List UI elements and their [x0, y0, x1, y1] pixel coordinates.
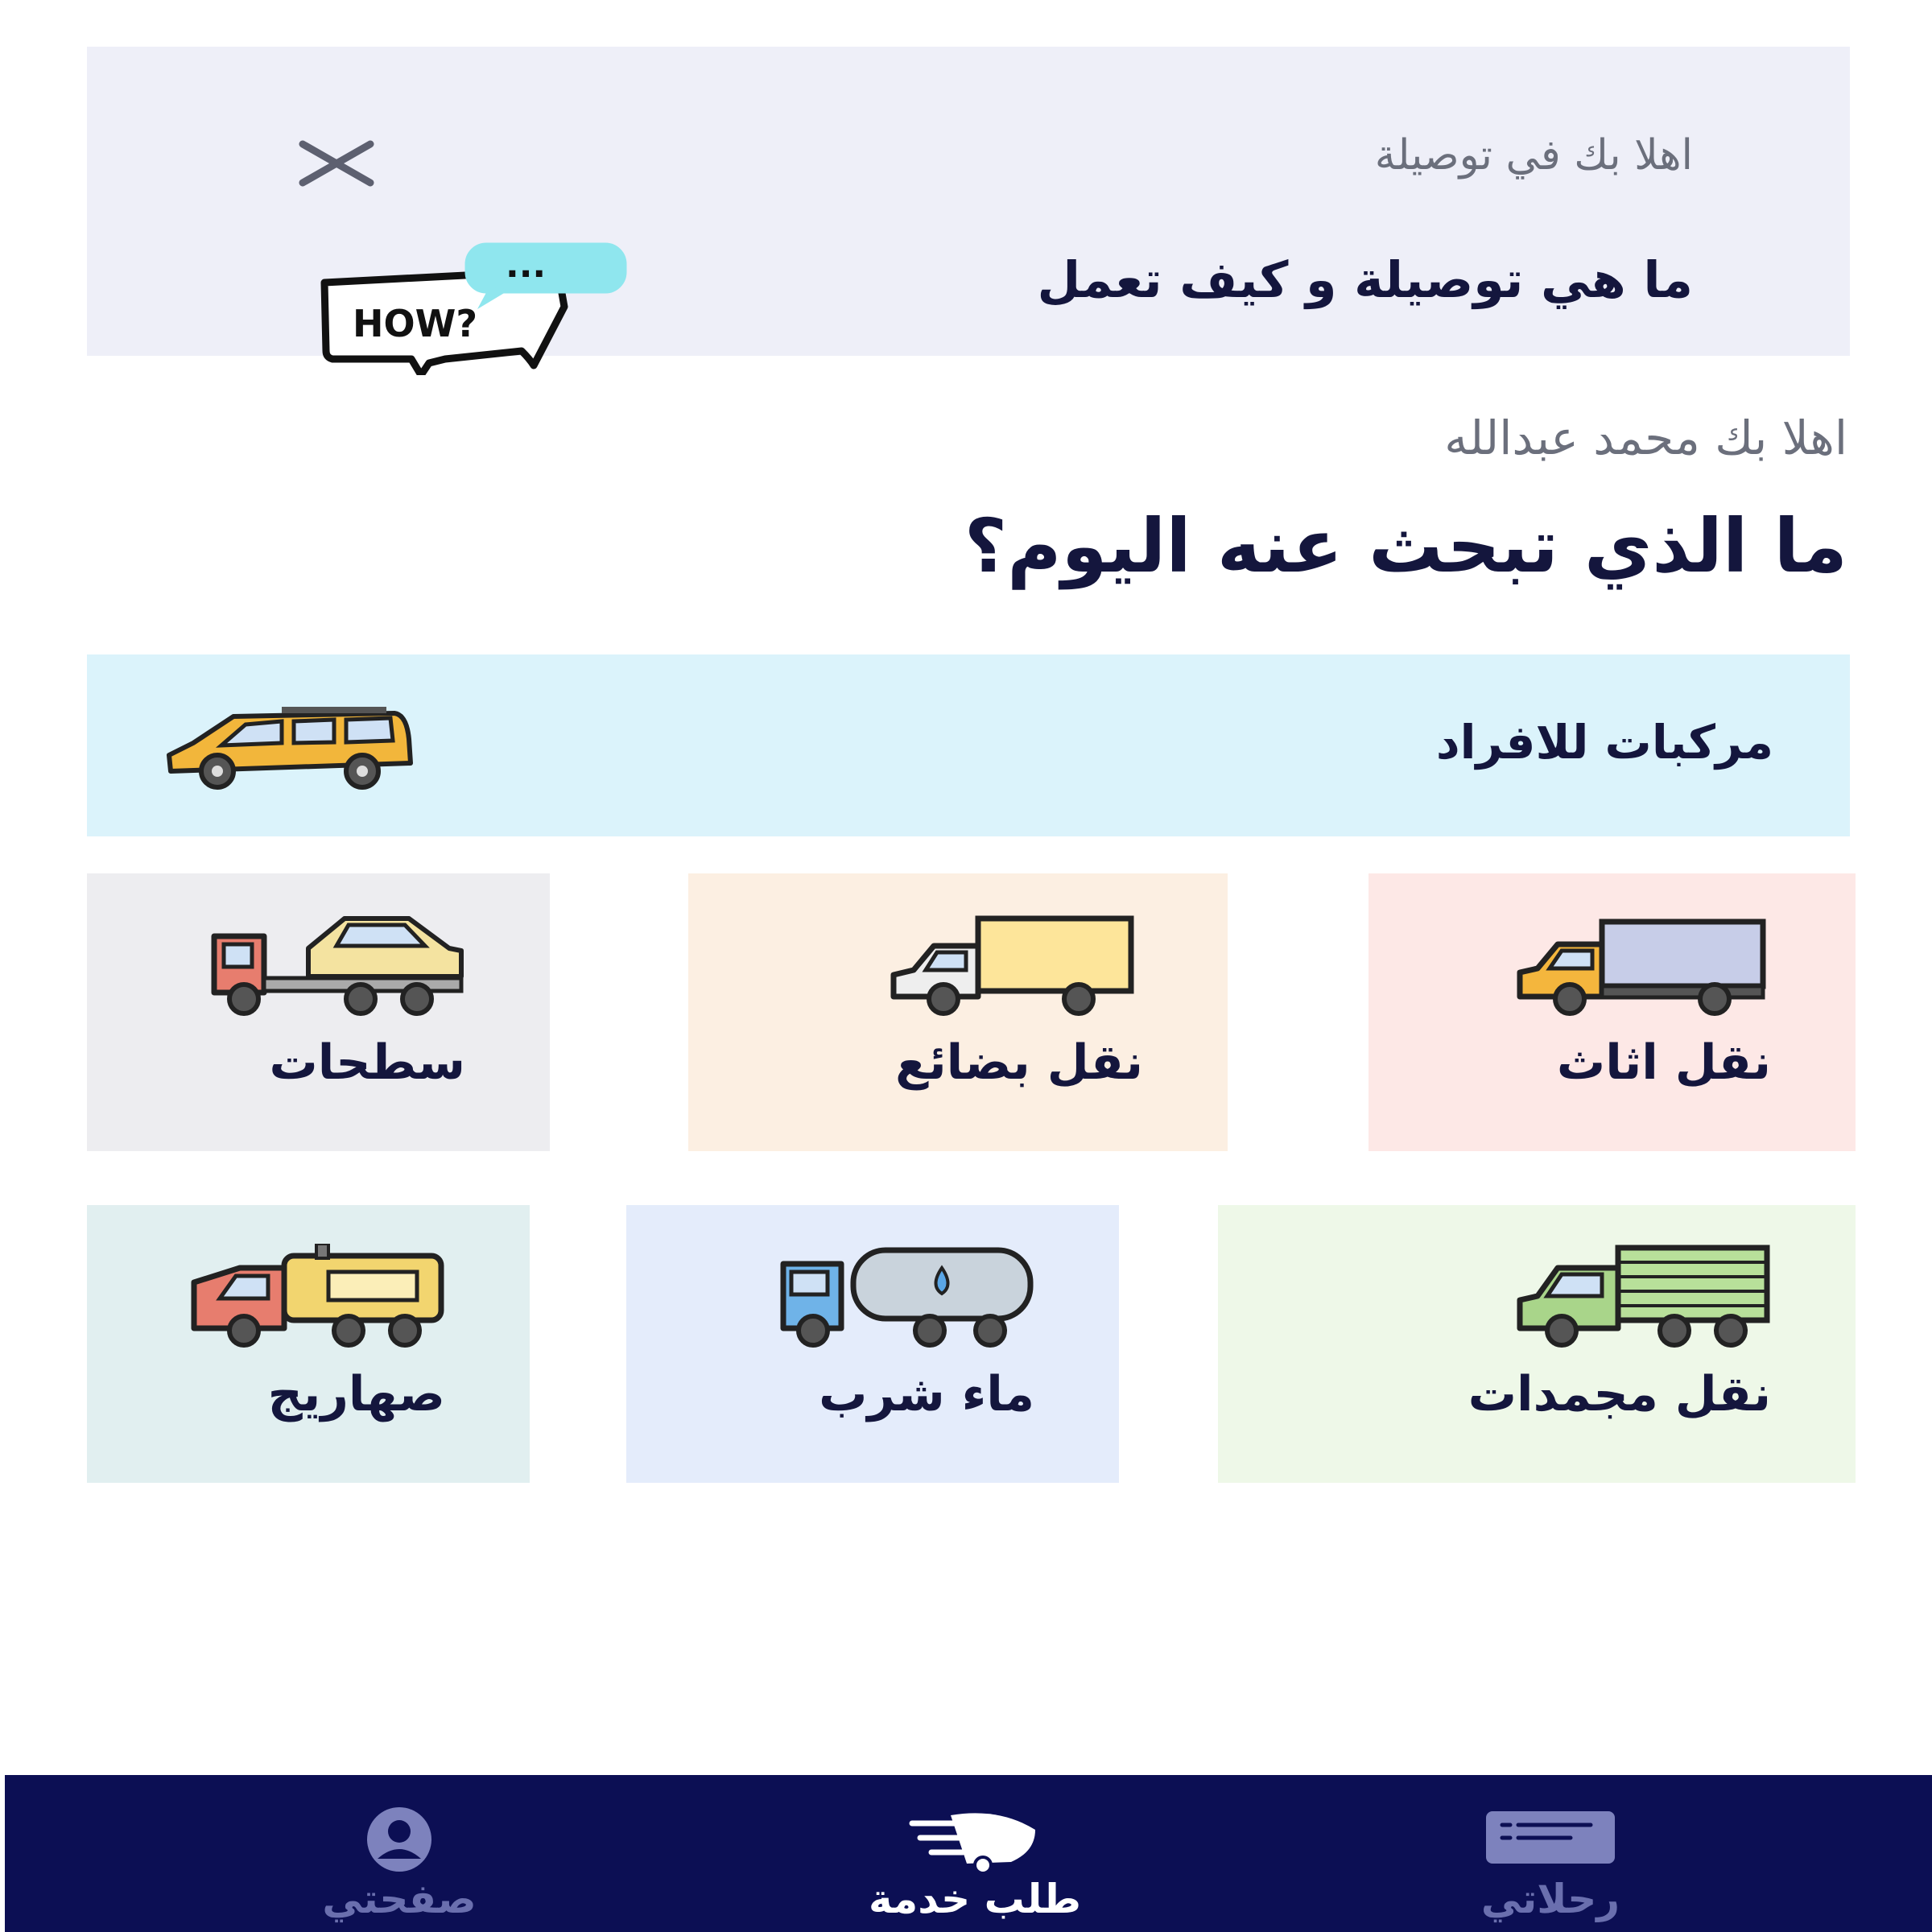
- service-card-goods[interactable]: نقل بضائع: [688, 873, 1228, 1151]
- close-icon: [299, 140, 374, 187]
- service-label: صهاريج: [267, 1366, 445, 1422]
- banner-subtitle: اهلا بك في توصيلة: [1374, 131, 1693, 180]
- service-label: نقل مجمدات: [1468, 1366, 1771, 1422]
- service-card-flatbed[interactable]: سطحات: [87, 873, 550, 1151]
- service-label: نقل بضائع: [895, 1034, 1143, 1091]
- close-banner-button[interactable]: [292, 127, 381, 200]
- banner-title[interactable]: ما هي توصيلة و كيف تعمل: [848, 240, 1693, 320]
- service-card-furniture[interactable]: نقل اثاث: [1368, 873, 1856, 1151]
- service-card-tanker[interactable]: صهاريج: [87, 1205, 530, 1483]
- service-label: نقل اثاث: [1556, 1034, 1771, 1091]
- nav-label: رحلاتي: [1480, 1876, 1620, 1922]
- welcome-banner[interactable]: اهلا بك في توصيلة ما هي توصيلة و كيف تعم…: [87, 47, 1850, 375]
- how-question-icon: HOW? ...: [320, 242, 627, 375]
- refrigerated-truck-icon: [1517, 1245, 1770, 1348]
- moving-truck-icon: [1517, 919, 1766, 1016]
- fuel-tanker-icon: [191, 1244, 444, 1348]
- fast-delivery-icon: [909, 1813, 1035, 1875]
- nav-label: طلب خدمة: [868, 1876, 1082, 1922]
- service-card-individuals[interactable]: مركبات للافراد: [87, 654, 1850, 836]
- card-list-icon: [1486, 1811, 1615, 1864]
- bottom-nav: صفحتي طلب خدمة رحلاتي: [5, 1775, 1932, 1932]
- user-greeting: اهلا بك محمد عبدالله: [1444, 411, 1847, 465]
- service-label: مركبات للافراد: [1435, 715, 1773, 770]
- page-title: ما الذي تبحث عنه اليوم؟: [964, 503, 1847, 589]
- nav-item-request[interactable]: طلب خدمة: [814, 1775, 1136, 1932]
- chat-dots-text: ...: [506, 245, 546, 286]
- service-card-frozen[interactable]: نقل مجمدات: [1218, 1205, 1856, 1483]
- tow-truck-icon: [211, 916, 464, 1016]
- water-tanker-icon: [780, 1247, 1034, 1348]
- nav-item-profile[interactable]: صفحتي: [246, 1775, 552, 1932]
- cargo-truck-icon: [890, 915, 1134, 1016]
- service-label: ماء شرب: [819, 1366, 1034, 1422]
- car-icon: [167, 707, 413, 790]
- how-badge-text: HOW?: [353, 302, 477, 345]
- service-card-water[interactable]: ماء شرب: [626, 1205, 1119, 1483]
- service-label: سطحات: [269, 1034, 465, 1091]
- nav-label: صفحتي: [322, 1876, 477, 1922]
- nav-item-trips[interactable]: رحلاتي: [1397, 1775, 1703, 1932]
- user-icon: [367, 1807, 431, 1872]
